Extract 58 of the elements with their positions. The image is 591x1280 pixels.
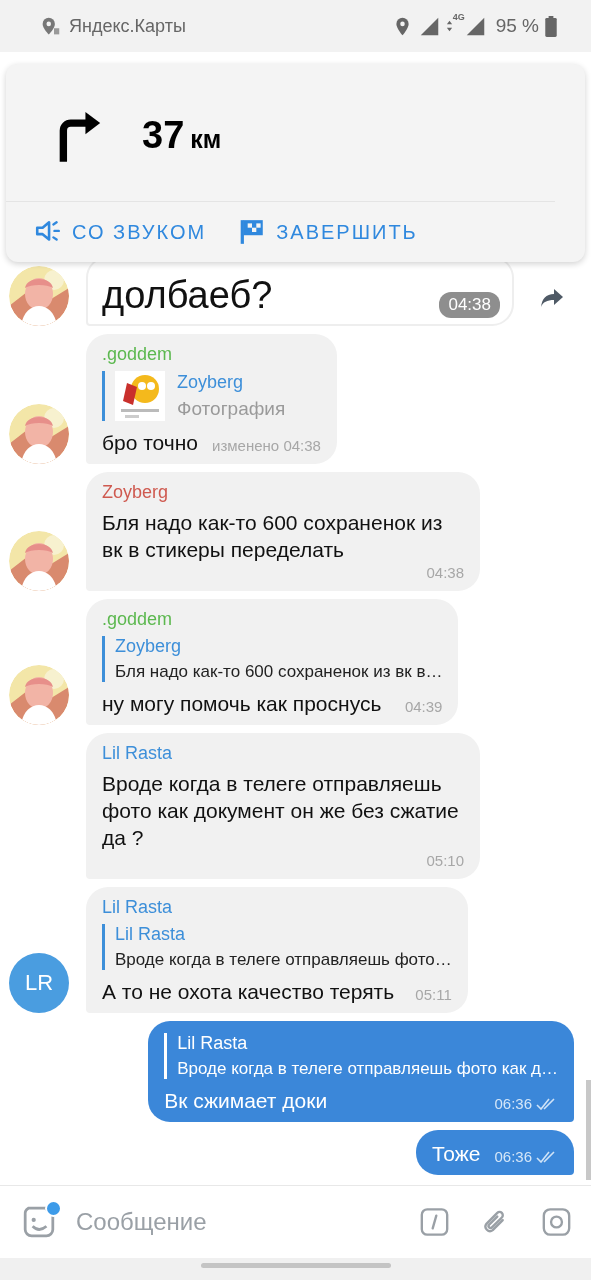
reply-author: Lil Rasta xyxy=(177,1033,249,1054)
message-bubble[interactable]: Lil Rasta Lil Rasta Вроде когда в телеге отправляешь фото… А то не охота качество терять 05:11 xyxy=(86,887,468,1013)
distance-unit: км xyxy=(190,125,222,154)
sender-name[interactable]: Zoyberg xyxy=(102,482,464,503)
message-time: 04:39 xyxy=(404,697,443,717)
share-arrow-icon[interactable] xyxy=(540,288,564,308)
avatar[interactable]: LR xyxy=(9,953,69,1013)
reply-snippet: Бля надо как-то 600 сохраненок из вк в… xyxy=(115,662,443,682)
home-handle[interactable] xyxy=(200,1263,391,1268)
message-bubble[interactable]: Lil Rasta Вроде когда в телеге отправляешь фото как документ он же без сжатие да ? 05:10 xyxy=(86,733,480,879)
data-arrows-icon xyxy=(445,19,453,33)
network-type: 4G xyxy=(452,11,465,22)
reply-quote[interactable]: Zoyberg Фотография xyxy=(102,371,321,421)
message-text: А то не охота качество терять xyxy=(102,979,395,1005)
message-text: Вроде когда в телеге отправляешь фото как документ он же без сжатие да ? xyxy=(102,771,460,851)
message-text: Тоже xyxy=(432,1141,481,1167)
distance-value: 37 xyxy=(142,114,185,157)
message-bubble[interactable]: .goddem Zoyberg Фотография бро точно изменено 04:38 xyxy=(86,334,337,464)
sender-name[interactable]: Lil Rasta xyxy=(102,897,452,918)
message-bubble[interactable]: .goddem Zoyberg Бля надо как-то 600 сохраненок из вк в… ну могу помочь как проснусь 04:39 xyxy=(86,599,459,725)
reply-snippet: Вроде когда в телеге отправляешь фото… xyxy=(115,950,452,970)
reply-snippet: Фотография xyxy=(177,398,286,420)
message-text: ну могу помочь как проснусь xyxy=(102,691,382,717)
command-icon[interactable] xyxy=(420,1206,449,1238)
message-time: 05:11 xyxy=(415,985,452,1005)
message-text: бро точно xyxy=(102,430,199,456)
action-button[interactable]: СО ЗВУКОМ xyxy=(32,214,209,250)
message-bubble[interactable]: Тоже 06:36 xyxy=(416,1130,574,1175)
battery-level: 95 % xyxy=(495,15,539,37)
message-time: изменено 04:38 xyxy=(212,436,321,456)
message-time: 04:38 xyxy=(439,292,500,318)
message-bubble[interactable]: Lil Rasta Вроде когда в телеге отправляешь фото как д… Вк сжимает доки 06:36 xyxy=(148,1021,574,1122)
reply-quote[interactable]: Lil Rasta Вроде когда в телеге отправляешь фото… xyxy=(102,924,452,970)
sender-name[interactable]: Lil Rasta xyxy=(102,743,464,764)
message-time: 04:38 xyxy=(426,563,464,583)
camera-icon[interactable] xyxy=(542,1206,571,1238)
battery-icon xyxy=(545,15,557,37)
message-time: 06:36 xyxy=(494,1094,532,1114)
sticker-icon[interactable] xyxy=(22,1205,56,1239)
app-name: Яндекс.Карты xyxy=(69,15,186,37)
reply-author: Zoyberg xyxy=(115,636,183,657)
message-field[interactable]: Сообщение xyxy=(74,1207,388,1237)
message-time: 06:36 xyxy=(494,1147,532,1167)
message-text: Бля надо как-то 600 сохраненок из вк в стикеры переделать xyxy=(102,510,444,563)
message-time: 05:10 xyxy=(426,851,464,871)
reply-snippet: Вроде когда в телеге отправляешь фото как д… xyxy=(177,1059,558,1079)
message-text: долбаеб? xyxy=(102,273,273,318)
reply-author: Zoyberg xyxy=(177,372,245,393)
message-bubble[interactable]: Zoyberg Бля надо как-то 600 сохраненок из вк в стикеры переделать 04:38 xyxy=(86,472,480,591)
map-pin-icon xyxy=(40,15,61,37)
reply-author: Lil Rasta xyxy=(115,924,187,945)
action-button[interactable]: ЗАВЕРШИТЬ xyxy=(236,214,420,250)
sender-name[interactable]: .goddem xyxy=(102,344,321,365)
reply-quote[interactable]: Lil Rasta Вроде когда в телеге отправляешь фото как д… xyxy=(164,1033,558,1079)
sender-name[interactable]: .goddem xyxy=(102,609,443,630)
message-text: Вк сжимает доки xyxy=(164,1088,328,1114)
reply-quote[interactable]: Zoyberg Бля надо как-то 600 сохраненок из вк в… xyxy=(102,636,443,682)
scrollbar[interactable] xyxy=(586,1080,591,1180)
